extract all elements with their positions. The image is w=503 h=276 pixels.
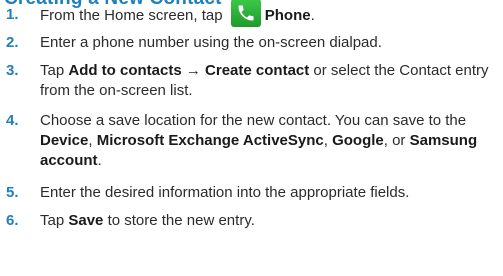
step-number: 3. <box>6 62 19 79</box>
step-text-segment: → <box>181 62 206 79</box>
step-text: Enter the desired information into the a… <box>40 183 500 203</box>
step-text-segment: , <box>323 132 333 149</box>
step-text-bold: Google <box>332 132 384 149</box>
step-text-bold: Create contact <box>205 62 310 79</box>
step-text: Tap Save to store the new entry. <box>40 211 500 231</box>
step-text-segment: From the Home screen, tap <box>40 6 227 24</box>
phone-icon <box>230 0 261 27</box>
step-number: 2. <box>6 34 19 51</box>
step-text-segment: Choose a save location for the new conta… <box>40 112 467 129</box>
step-number: 6. <box>6 212 19 229</box>
step-text-bold: Add to contacts <box>68 62 182 79</box>
step-text: Choose a save location for the new conta… <box>40 111 500 171</box>
step-text-bold: Microsoft Exchange ActiveSync <box>96 132 324 149</box>
step-text: From the Home screen, tap Phone. <box>40 0 500 27</box>
step-text: Enter a phone number using the on-screen… <box>40 33 500 53</box>
step-text-segment: , <box>88 132 97 149</box>
step-text-segment: , or <box>383 132 410 149</box>
step-text-segment: to store the new entry. <box>103 212 255 229</box>
step-text-segment: Tap <box>40 62 69 79</box>
step-text: Tap Add to contacts → Create contact or … <box>40 61 500 101</box>
step-text-bold: Phone <box>264 6 311 24</box>
step-text-segment: Tap <box>40 212 69 229</box>
step-text-segment: Enter the desired information into the a… <box>40 184 410 201</box>
step-number: 1. <box>6 6 19 23</box>
step-text-segment: . <box>310 6 315 24</box>
step-number: 5. <box>6 184 19 201</box>
step-text-bold: Save <box>68 212 104 229</box>
instruction-page: Creating a New Contact 1. From the Home … <box>0 0 503 276</box>
step-text-segment: Enter a phone number using the on-screen… <box>40 34 382 51</box>
step-text-bold: Device <box>40 132 89 149</box>
step-text-segment: . <box>97 152 102 169</box>
step-number: 4. <box>6 112 19 129</box>
